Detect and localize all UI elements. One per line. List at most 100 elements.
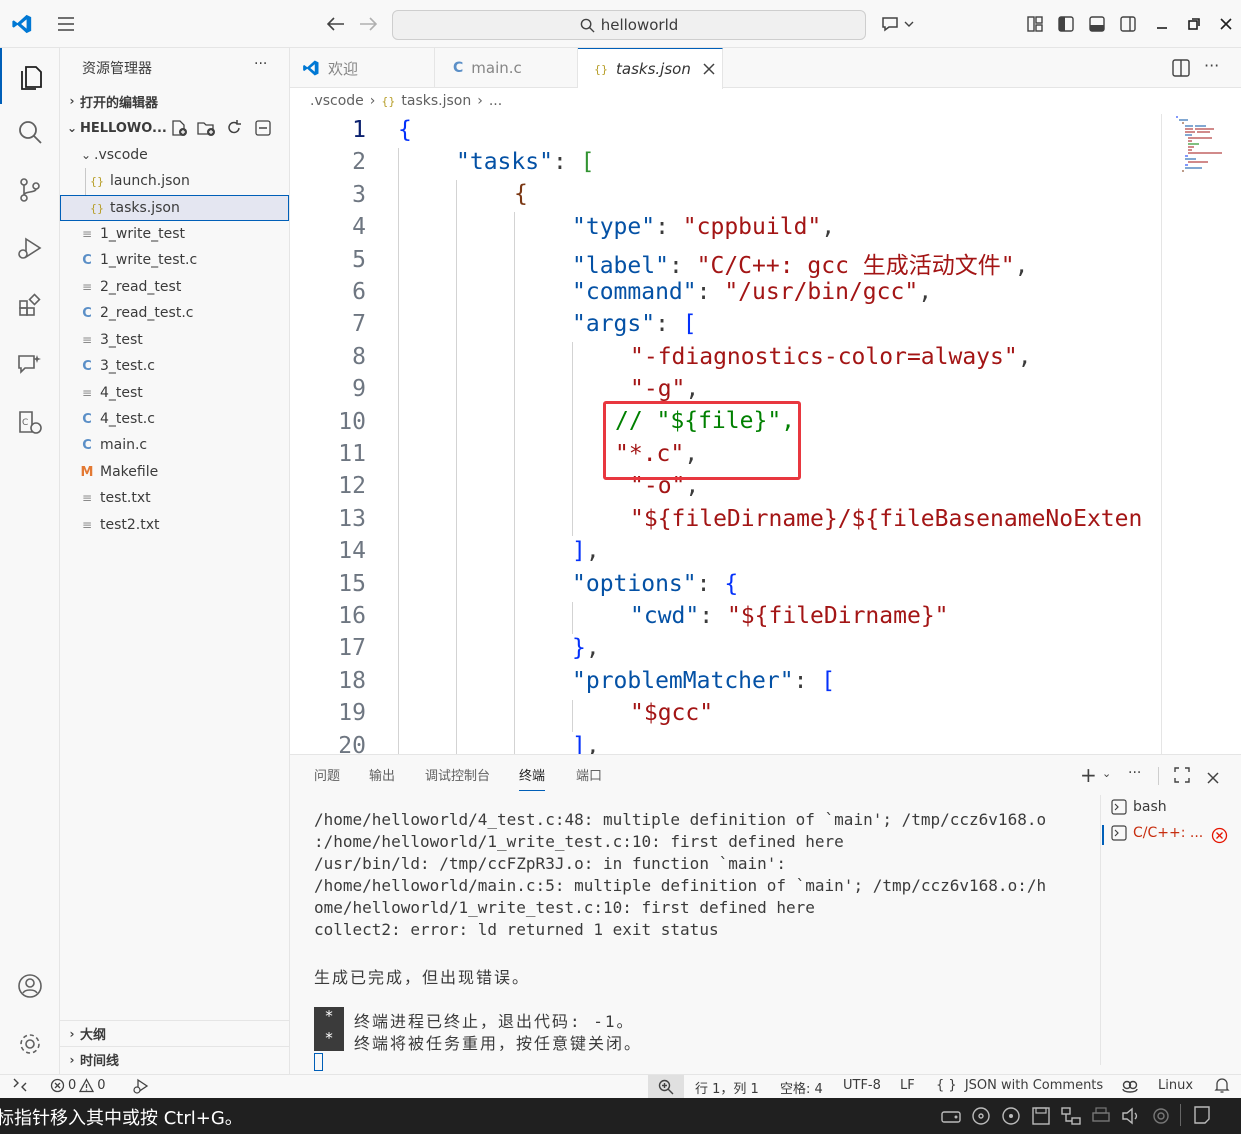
audio-disk-icon[interactable] bbox=[1000, 1106, 1022, 1126]
notifications-bell-icon[interactable] bbox=[1214, 1077, 1230, 1098]
tab-tasks-json[interactable]: {} tasks.json bbox=[578, 48, 723, 89]
breadcrumb-folder[interactable]: .vscode bbox=[310, 93, 364, 109]
file-tasks-json[interactable]: {} tasks.json bbox=[60, 195, 289, 221]
panel-tab-problems[interactable]: 问题 bbox=[314, 765, 340, 784]
file-3-test[interactable]: ≡ 3_test bbox=[60, 327, 289, 353]
open-editors-section[interactable]: › 打开的编辑器 bbox=[60, 88, 289, 114]
vm-device-icons bbox=[940, 1106, 1172, 1126]
file-4-test-c[interactable]: C 4_test.c bbox=[60, 406, 289, 432]
panel-more-icon[interactable]: ··· bbox=[1128, 765, 1141, 781]
menu-icon[interactable] bbox=[52, 10, 80, 38]
terminal-item-bash[interactable]: bash bbox=[1111, 799, 1167, 815]
close-icon[interactable] bbox=[703, 63, 715, 75]
explorer-icon[interactable] bbox=[0, 48, 60, 104]
record-icon[interactable] bbox=[1150, 1106, 1172, 1126]
chat-icon[interactable] bbox=[0, 336, 60, 392]
source-control-icon[interactable] bbox=[0, 162, 60, 218]
language-mode[interactable]: { } JSON with Comments bbox=[936, 1078, 1103, 1093]
back-arrow-icon[interactable] bbox=[322, 10, 350, 38]
tab-welcome[interactable]: 欢迎 bbox=[290, 48, 435, 88]
run-debug-icon[interactable] bbox=[0, 220, 60, 276]
panel-tab-terminal[interactable]: 终端 bbox=[519, 765, 546, 791]
speaker-icon[interactable] bbox=[1120, 1106, 1142, 1126]
end-of-line[interactable]: LF bbox=[900, 1078, 915, 1093]
sidebar-more-button[interactable]: ··· bbox=[254, 56, 267, 72]
file-4-test[interactable]: ≡ 4_test bbox=[60, 380, 289, 406]
settings-gear-icon[interactable] bbox=[0, 1016, 60, 1072]
extensions-icon[interactable] bbox=[0, 278, 60, 334]
forward-arrow-icon[interactable] bbox=[354, 10, 382, 38]
floppy-icon[interactable] bbox=[1030, 1106, 1052, 1126]
outline-section[interactable]: › 大纲 bbox=[60, 1020, 289, 1046]
file-2-read-test-c[interactable]: C 2_read_test.c bbox=[60, 300, 289, 326]
debug-status-icon[interactable] bbox=[132, 1077, 150, 1099]
new-terminal-icon[interactable]: + bbox=[1080, 763, 1097, 787]
collapse-all-icon[interactable] bbox=[254, 119, 272, 141]
chevron-down-icon[interactable]: ⌄ bbox=[1102, 767, 1111, 780]
c-cpp-runner-icon[interactable]: C bbox=[0, 394, 60, 450]
file-1-write-test-c[interactable]: C 1_write_test.c bbox=[60, 247, 289, 273]
platform[interactable]: Linux bbox=[1158, 1078, 1193, 1093]
bottom-panel: 问题 输出 调试控制台 终端 端口 + ⌄ ··· /home/hellowor… bbox=[290, 754, 1241, 1074]
panel-tab-debug-console[interactable]: 调试控制台 bbox=[425, 765, 490, 784]
breadcrumb-more[interactable]: ... bbox=[489, 93, 502, 109]
file-1-write-test[interactable]: ≡ 1_write_test bbox=[60, 221, 289, 247]
minimap[interactable] bbox=[1166, 114, 1236, 174]
problems-status[interactable]: 0 0 bbox=[50, 1078, 106, 1093]
file-test-txt[interactable]: ≡ test.txt bbox=[60, 485, 289, 511]
file-test2-txt[interactable]: ≡ test2.txt bbox=[60, 512, 289, 538]
line-number: 3 bbox=[352, 181, 366, 208]
encoding[interactable]: UTF-8 bbox=[843, 1078, 881, 1093]
accounts-icon[interactable] bbox=[0, 958, 60, 1014]
split-editor-icon[interactable] bbox=[1172, 59, 1190, 81]
file-launch-json[interactable]: {} launch.json bbox=[60, 168, 289, 194]
minimize-icon[interactable] bbox=[1148, 10, 1176, 38]
copilot-icon[interactable] bbox=[1121, 1077, 1139, 1099]
network-icon[interactable] bbox=[1060, 1106, 1082, 1126]
panel-tab-output[interactable]: 输出 bbox=[369, 765, 395, 784]
code-line-5: "label": "C/C++: gcc 生成活动文件", bbox=[572, 253, 1029, 279]
toggle-primary-sidebar-icon[interactable] bbox=[1052, 10, 1080, 38]
new-file-icon[interactable] bbox=[170, 119, 188, 141]
line-number: 13 bbox=[338, 505, 366, 532]
file-makefile[interactable]: M Makefile bbox=[60, 459, 289, 485]
sidebar-title: 资源管理器 bbox=[82, 61, 152, 77]
close-panel-icon[interactable] bbox=[1207, 769, 1219, 788]
terminal-item-task[interactable]: C/C++: ... bbox=[1111, 825, 1203, 841]
zoom-indicator[interactable] bbox=[648, 1075, 684, 1098]
file-3-test-c[interactable]: C 3_test.c bbox=[60, 353, 289, 379]
indentation[interactable]: 空格: 4 bbox=[780, 1078, 823, 1097]
printer-icon[interactable] bbox=[1090, 1106, 1112, 1126]
text-file-icon: ≡ bbox=[81, 491, 93, 505]
editor-more-icon[interactable]: ··· bbox=[1204, 56, 1219, 75]
folder-vscode[interactable]: ⌄ .vscode bbox=[60, 142, 289, 168]
file-label: launch.json bbox=[110, 173, 190, 189]
close-window-icon[interactable] bbox=[1212, 10, 1240, 38]
copilot-chat-icon[interactable] bbox=[878, 10, 918, 38]
toggle-panel-icon[interactable] bbox=[1083, 10, 1111, 38]
breadcrumb-file[interactable]: tasks.json bbox=[401, 93, 471, 109]
harddisk-icon[interactable] bbox=[940, 1106, 962, 1126]
file-main-c[interactable]: C main.c bbox=[60, 432, 289, 458]
line-number: 20 bbox=[338, 732, 366, 754]
tab-main-c[interactable]: C main.c bbox=[435, 48, 578, 88]
command-center-search[interactable]: helloworld bbox=[392, 10, 866, 40]
vm-message-icon[interactable] bbox=[1192, 1105, 1214, 1130]
folder-section[interactable]: ⌄ HELLOWO... bbox=[60, 115, 289, 141]
remote-icon[interactable] bbox=[12, 1077, 28, 1097]
timeline-section[interactable]: › 时间线 bbox=[60, 1046, 289, 1072]
restore-icon[interactable] bbox=[1180, 10, 1208, 38]
file-2-read-test[interactable]: ≡ 2_read_test bbox=[60, 274, 289, 300]
search-view-icon[interactable] bbox=[0, 104, 60, 160]
vm-status-bar: 标指针移入其中或按 Ctrl+G。 bbox=[0, 1098, 1241, 1134]
panel-tab-ports[interactable]: 端口 bbox=[576, 765, 602, 784]
new-folder-icon[interactable] bbox=[196, 119, 216, 141]
optical-drive-icon[interactable] bbox=[970, 1106, 992, 1126]
toggle-secondary-sidebar-icon[interactable] bbox=[1114, 10, 1142, 38]
refresh-icon[interactable] bbox=[225, 119, 243, 141]
customize-layout-icon[interactable] bbox=[1021, 10, 1049, 38]
code-editor[interactable]: 1 2 3 4 5 6 7 8 9 10 11 12 13 14 15 16 17 18 19 20 { "tasks… bbox=[290, 114, 1241, 754]
cursor-position[interactable]: 行 1，列 1 bbox=[695, 1078, 759, 1097]
folder-label: .vscode bbox=[94, 147, 148, 163]
maximize-panel-icon[interactable] bbox=[1174, 767, 1190, 787]
